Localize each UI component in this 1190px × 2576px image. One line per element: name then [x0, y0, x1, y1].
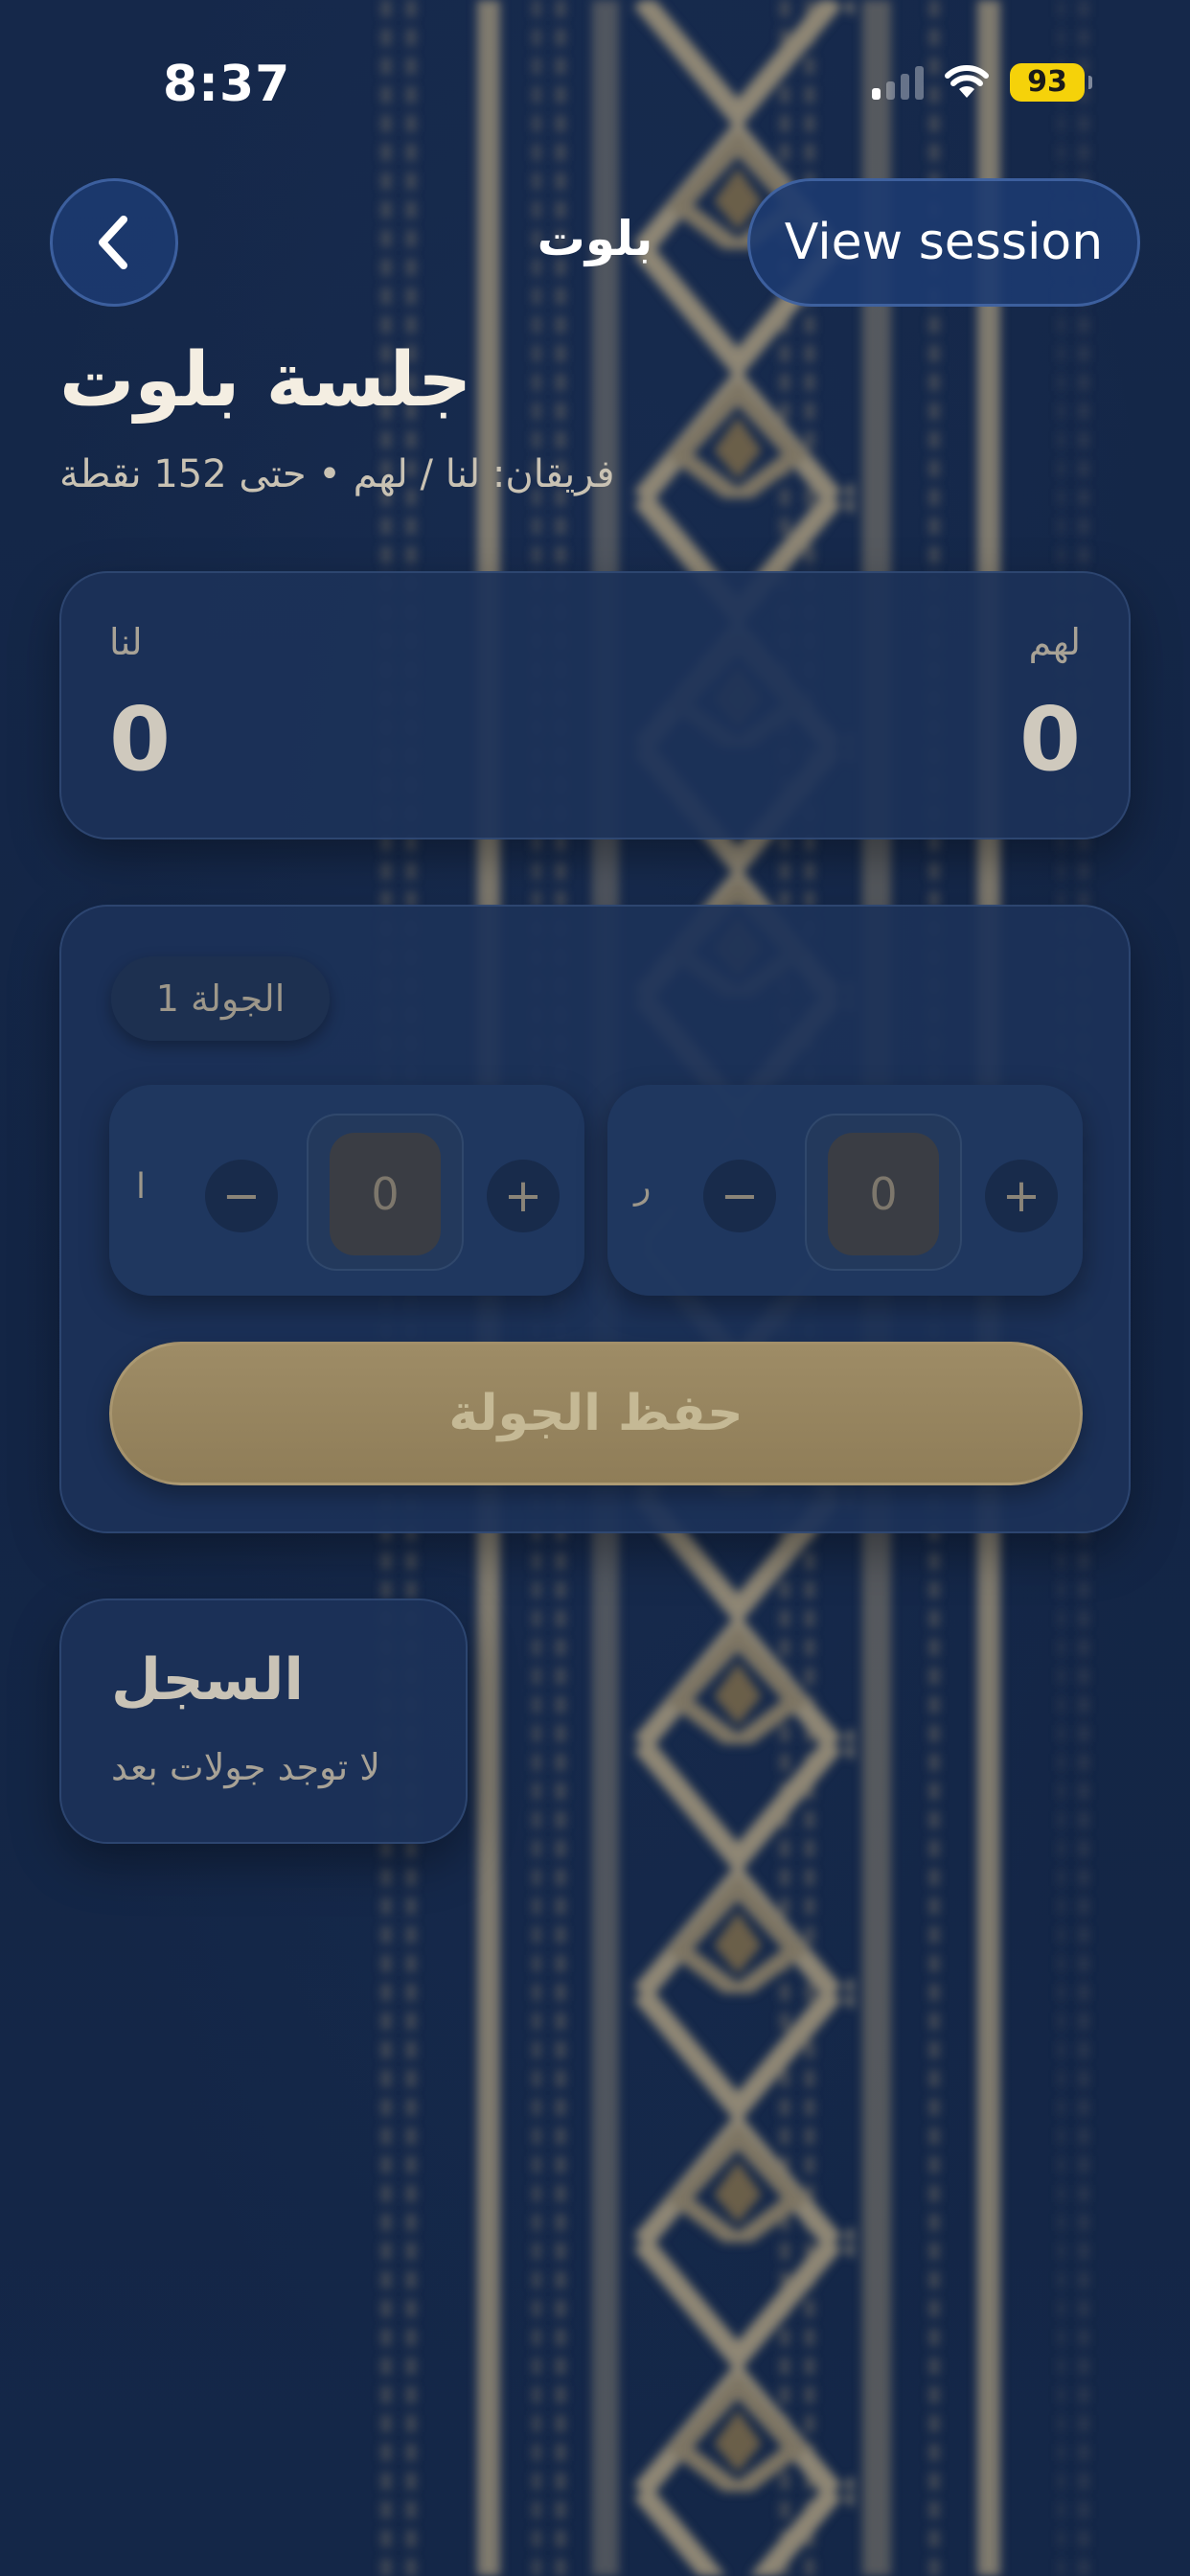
- view-session-button[interactable]: View session: [747, 178, 1140, 307]
- left-score-stepper: ا − 0 +: [109, 1085, 584, 1296]
- page-subtitle: فريقان: لنا / لهم • حتى 152 نقطة: [59, 452, 615, 496]
- team-them-score: 0: [1018, 688, 1081, 791]
- history-title: السجل: [111, 1646, 304, 1714]
- increment-button[interactable]: +: [985, 1160, 1058, 1232]
- history-empty-text: لا توجد جولات بعد: [111, 1746, 380, 1788]
- nav-title: بلوت: [537, 211, 653, 266]
- history-card: السجل لا توجد جولات بعد: [59, 1598, 468, 1844]
- round-number-chip: الجولة 1: [111, 956, 330, 1041]
- save-round-button[interactable]: حفظ الجولة: [109, 1342, 1083, 1485]
- stepper-label: ر: [634, 1167, 652, 1207]
- scoreboard-card: لنا 0 لهم 0: [59, 571, 1131, 840]
- chevron-left-icon: [99, 216, 127, 269]
- decrement-button[interactable]: −: [703, 1160, 776, 1232]
- team-us-label: لنا: [109, 621, 143, 663]
- team-us-score: 0: [109, 688, 172, 791]
- score-well: 0: [307, 1114, 464, 1271]
- score-input[interactable]: 0: [330, 1133, 441, 1255]
- page-title: جلسة بلوت: [59, 337, 472, 424]
- status-time: 8:37: [163, 56, 291, 113]
- team-them-label: لهم: [1028, 621, 1081, 663]
- score-input[interactable]: 0: [828, 1133, 939, 1255]
- back-button[interactable]: [50, 178, 178, 307]
- stepper-label: ا: [136, 1167, 147, 1207]
- increment-button[interactable]: +: [487, 1160, 560, 1232]
- decrement-button[interactable]: −: [205, 1160, 278, 1232]
- right-score-stepper: ر − 0 +: [607, 1085, 1083, 1296]
- score-well: 0: [805, 1114, 962, 1271]
- status-icons: 93: [872, 63, 1092, 102]
- signal-icon: [872, 65, 924, 100]
- battery-icon: 93: [1010, 63, 1092, 102]
- round-entry-card: الجولة 1 ا − 0 + ر − 0 + حفظ الجولة: [59, 905, 1131, 1533]
- wifi-icon: [945, 65, 989, 98]
